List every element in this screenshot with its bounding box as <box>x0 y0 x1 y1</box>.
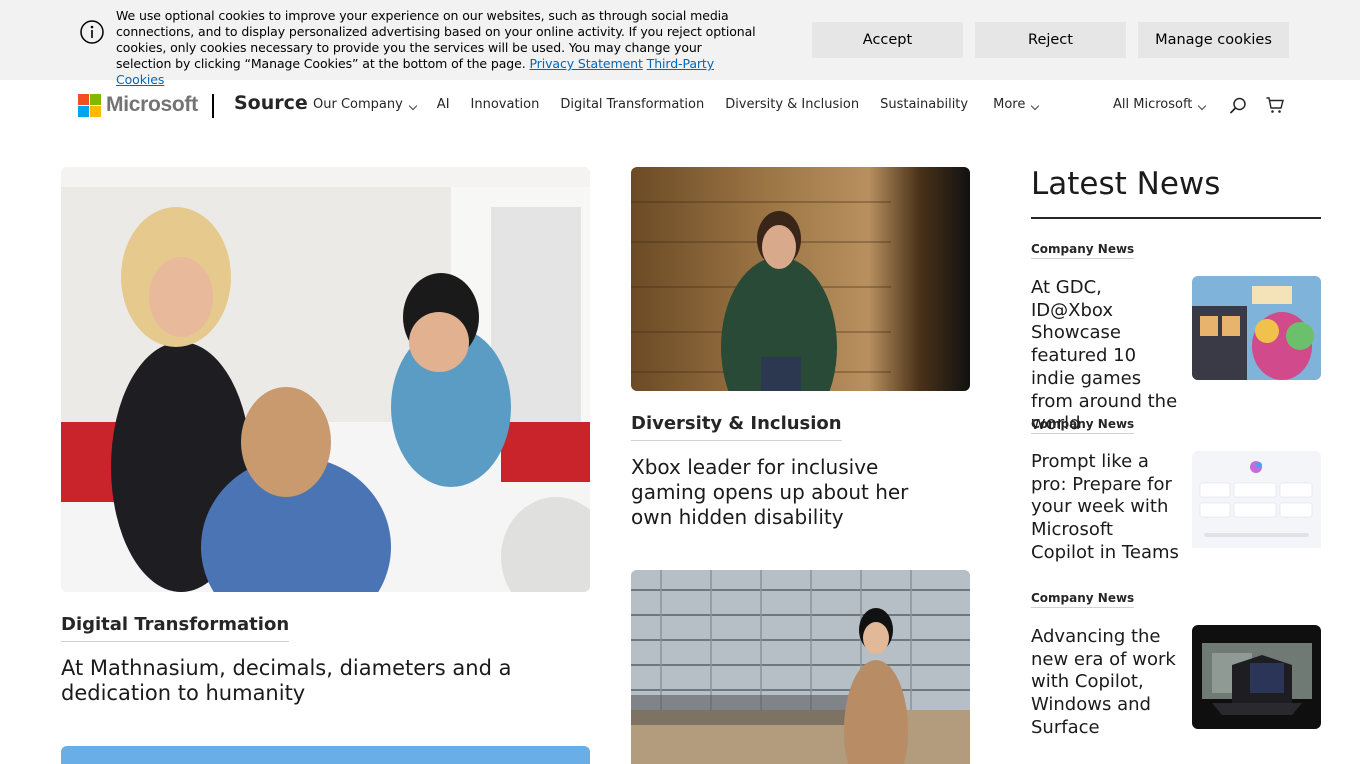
feature-category[interactable]: Digital Transformation <box>61 614 290 642</box>
nav-more[interactable]: More <box>993 97 1040 112</box>
header-divider <box>212 94 214 118</box>
news-thumbnail[interactable] <box>1192 451 1321 555</box>
microsoft-logo[interactable]: Microsoft <box>78 93 198 117</box>
microsoft-logo-icon <box>78 93 101 117</box>
news-category[interactable]: Company News <box>1031 417 1135 434</box>
all-microsoft-menu[interactable]: All Microsoft <box>1113 97 1207 112</box>
nav-label: Diversity & Inclusion <box>725 97 860 112</box>
privacy-statement-link[interactable]: Privacy Statement <box>529 56 642 71</box>
latest-news-divider <box>1031 217 1321 219</box>
nav-label: More <box>993 97 1026 112</box>
nav-our-company[interactable]: Our Company <box>313 97 418 112</box>
news-thumbnail-image <box>1192 451 1321 548</box>
manage-cookies-button[interactable]: Manage cookies <box>1138 22 1289 58</box>
cart-icon[interactable] <box>1265 95 1285 115</box>
promo-image[interactable] <box>61 746 590 764</box>
info-icon <box>80 20 104 44</box>
story-image-2[interactable] <box>631 570 970 764</box>
nav-label: Digital Transformation <box>560 97 705 112</box>
nav-digital-transformation[interactable]: Digital Transformation <box>560 97 704 112</box>
cookie-banner: We use optional cookies to improve your … <box>0 0 1360 87</box>
news-thumbnail-image <box>1192 625 1321 729</box>
site-title[interactable]: Source <box>234 92 308 114</box>
news-headline[interactable]: Advancing the new era of work with Copil… <box>1031 626 1181 740</box>
news-category[interactable]: Company News <box>1031 242 1135 259</box>
microsoft-wordmark: Microsoft <box>106 93 198 116</box>
latest-news-title: Latest News <box>1031 166 1221 202</box>
nav-innovation[interactable]: Innovation <box>471 97 540 112</box>
feature-headline[interactable]: At Mathnasium, decimals, diameters and a… <box>61 656 581 706</box>
nav-label: Innovation <box>470 97 540 112</box>
nav-label: Our Company <box>313 97 403 112</box>
nav-diversity-inclusion[interactable]: Diversity & Inclusion <box>725 97 859 112</box>
news-thumbnail-image <box>1192 276 1321 380</box>
nav-ai[interactable]: AI <box>437 97 450 112</box>
story-photo <box>631 167 970 391</box>
feature-photo <box>61 167 590 592</box>
all-microsoft-label: All Microsoft <box>1113 97 1193 112</box>
site-header: Microsoft Source Our Company AI Innovati… <box>0 80 1360 132</box>
story-headline[interactable]: Xbox leader for inclusive gaming opens u… <box>631 455 931 530</box>
chevron-down-icon <box>408 101 418 111</box>
news-thumbnail[interactable] <box>1192 276 1321 380</box>
news-category[interactable]: Company News <box>1031 591 1135 608</box>
story-image[interactable] <box>631 167 970 391</box>
cookie-message: We use optional cookies to improve your … <box>116 8 756 88</box>
news-thumbnail[interactable] <box>1192 625 1321 729</box>
main-nav: Our Company AI Innovation Digital Transf… <box>313 97 1059 112</box>
nav-label: AI <box>436 97 450 112</box>
accept-button[interactable]: Accept <box>812 22 963 58</box>
story-photo-2 <box>631 570 970 764</box>
nav-sustainability[interactable]: Sustainability <box>880 97 968 112</box>
reject-button[interactable]: Reject <box>975 22 1126 58</box>
search-icon[interactable] <box>1228 96 1248 116</box>
news-headline[interactable]: At GDC, ID@Xbox Showcase featured 10 ind… <box>1031 277 1181 436</box>
nav-label: Sustainability <box>880 97 969 112</box>
story-category[interactable]: Diversity & Inclusion <box>631 413 842 441</box>
chevron-down-icon <box>1198 101 1207 111</box>
feature-image[interactable] <box>61 167 590 592</box>
news-headline[interactable]: Prompt like a pro: Prepare for your week… <box>1031 451 1181 565</box>
chevron-down-icon <box>1031 101 1040 111</box>
